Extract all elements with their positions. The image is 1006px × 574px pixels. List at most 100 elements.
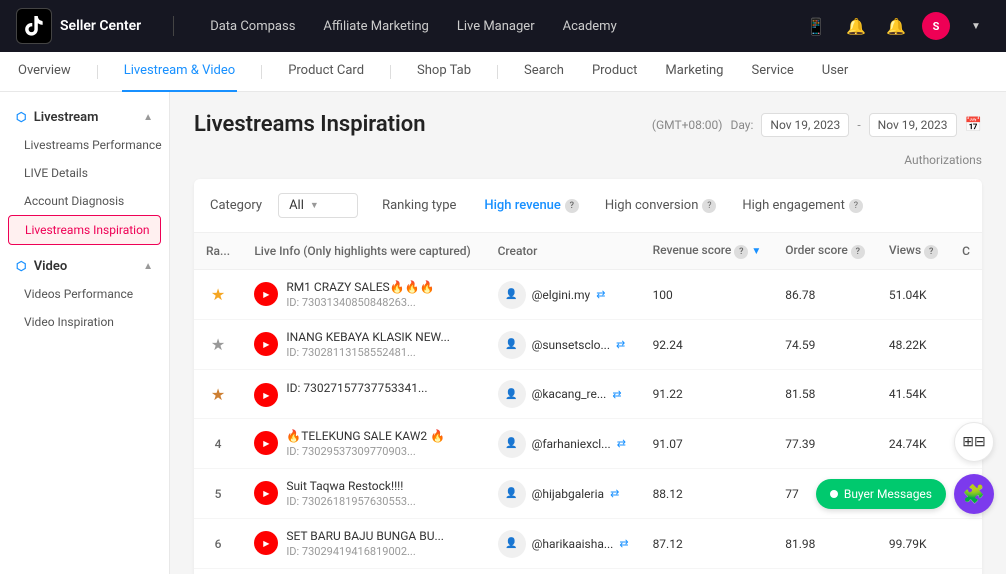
creator-avatar: 👤: [498, 530, 526, 558]
rank-silver-icon: ★: [211, 335, 225, 354]
cell-revenue-score: 92.24: [641, 320, 774, 370]
col-rank: Ra...: [194, 233, 242, 270]
date-from-input[interactable]: Nov 19, 2023: [761, 113, 849, 137]
sidebar-item-livestreams-inspiration[interactable]: Livestreams Inspiration: [8, 215, 161, 245]
cell-order-score: 63.98: [773, 569, 877, 574]
buyer-messages-button[interactable]: Buyer Messages: [816, 479, 946, 509]
nav-item-affiliate-marketing[interactable]: Affiliate Marketing: [311, 13, 440, 40]
floating-area: ⊞⊟ Buyer Messages 🧩: [816, 422, 994, 514]
live-id: ID: 73026181957630553...: [286, 495, 473, 508]
subnav-shop-tab[interactable]: Shop Tab: [415, 52, 473, 92]
play-button[interactable]: ▶: [254, 383, 278, 407]
cell-rank: 5: [194, 469, 242, 519]
page-header: Livestreams Inspiration (GMT+08:00) Day:…: [194, 112, 982, 137]
sub-navigation: Overview Livestream & Video Product Card…: [0, 52, 1006, 92]
sidebar-section-livestream[interactable]: ⬡ Livestream ▲: [0, 104, 169, 131]
mobile-icon[interactable]: 📱: [802, 12, 830, 40]
top-nav-items: Data Compass Affiliate Marketing Live Ma…: [198, 13, 778, 40]
high-engagement-info-icon[interactable]: ?: [849, 199, 863, 213]
seller-center-label: Seller Center: [60, 18, 141, 34]
cell-rank: ★: [194, 270, 242, 320]
cell-c: [950, 519, 982, 569]
nav-item-live-manager[interactable]: Live Manager: [445, 13, 547, 40]
cell-order-score: 74.59: [773, 320, 877, 370]
play-button[interactable]: ▶: [254, 282, 278, 306]
high-conversion-info-icon[interactable]: ?: [702, 199, 716, 213]
cell-live-info: ▶ ID: 73027157737753341...: [242, 370, 485, 419]
play-icon: ▶: [263, 489, 269, 498]
sidebar-section-video[interactable]: ⬡ Video ▲: [0, 253, 169, 280]
cell-creator: 👤 @nfhboutique ⇄: [486, 569, 641, 574]
external-link-icon[interactable]: ⇄: [612, 388, 621, 401]
subnav-product[interactable]: Product: [590, 52, 639, 92]
calendar-icon[interactable]: 📅: [965, 117, 982, 133]
subnav-service[interactable]: Service: [749, 52, 795, 92]
sort-desc-icon[interactable]: ▼: [751, 246, 761, 257]
subnav-divider-4: [497, 65, 498, 79]
sidebar-livestream-label: ⬡ Livestream: [16, 110, 98, 125]
sidebar-item-video-inspiration[interactable]: Video Inspiration: [0, 308, 169, 336]
cell-revenue-score: 91.07: [641, 419, 774, 469]
tiktok-logo: [16, 8, 52, 44]
data-table: Ra... Live Info (Only highlights were ca…: [194, 233, 982, 574]
subnav-divider-1: [97, 65, 98, 79]
external-link-icon[interactable]: ⇄: [616, 338, 625, 351]
table-row: 6 ▶ SET BARU BAJU BUNGA BU... ID: 730294…: [194, 519, 982, 569]
play-button[interactable]: ▶: [254, 481, 278, 505]
play-button[interactable]: ▶: [254, 332, 278, 356]
creator-name: @sunsetsclo...: [532, 338, 610, 352]
user-avatar[interactable]: S: [922, 12, 950, 40]
subnav-livestream-video[interactable]: Livestream & Video: [122, 52, 238, 92]
external-link-icon[interactable]: ⇄: [610, 487, 619, 500]
high-revenue-info-icon[interactable]: ?: [565, 199, 579, 213]
views-info-icon[interactable]: ?: [924, 245, 938, 259]
sidebar-item-livestreams-performance[interactable]: Livestreams Performance: [0, 131, 169, 159]
chevron-down-icon[interactable]: ▼: [962, 12, 990, 40]
subnav-divider-2: [261, 65, 262, 79]
top-nav-right: 📱 🔔 🔔 S ▼: [802, 12, 990, 40]
nav-item-data-compass[interactable]: Data Compass: [198, 13, 307, 40]
external-link-icon[interactable]: ⇄: [619, 537, 628, 550]
ranking-high-revenue[interactable]: High revenue ?: [472, 194, 590, 217]
subnav-search[interactable]: Search: [522, 52, 566, 92]
subnav-product-card[interactable]: Product Card: [286, 52, 366, 92]
subnav-marketing[interactable]: Marketing: [663, 52, 725, 92]
live-title: RM1 CRAZY SALES🔥🔥🔥: [286, 280, 473, 294]
order-score-info-icon[interactable]: ?: [851, 245, 865, 259]
table-row: ★ ▶ RM1 CRAZY SALES🔥🔥🔥 ID: 7303134085084…: [194, 270, 982, 320]
authorizations-link[interactable]: Authorizations: [194, 153, 982, 167]
sidebar-item-live-details[interactable]: LIVE Details: [0, 159, 169, 187]
play-button[interactable]: ▶: [254, 531, 278, 555]
ranking-high-engagement[interactable]: High engagement ?: [730, 194, 874, 217]
sidebar-item-account-diagnosis[interactable]: Account Diagnosis: [0, 187, 169, 215]
play-icon: ▶: [263, 290, 269, 299]
notification-icon[interactable]: 🔔: [842, 12, 870, 40]
revenue-score-info-icon[interactable]: ?: [734, 245, 748, 259]
cell-creator: 👤 @farhaniexcl... ⇄: [486, 419, 641, 469]
live-title: Suit Taqwa Restock!!!!: [286, 479, 473, 493]
puzzle-button[interactable]: 🧩: [954, 474, 994, 514]
date-controls: (GMT+08:00) Day: Nov 19, 2023 - Nov 19, …: [652, 113, 982, 137]
rank-number: 4: [215, 437, 222, 451]
col-order-score: Order score ?: [773, 233, 877, 270]
category-chevron-icon: ▼: [310, 200, 319, 211]
rank-gold-icon: ★: [211, 285, 225, 304]
cell-views: 41.54K: [877, 370, 950, 419]
category-select[interactable]: All ▼: [278, 193, 358, 218]
external-link-icon[interactable]: ⇄: [596, 288, 605, 301]
buyer-messages-label: Buyer Messages: [844, 487, 932, 501]
external-link-icon[interactable]: ⇄: [617, 437, 626, 450]
live-id: ID: 73028113158552481...: [286, 346, 473, 359]
date-to-input[interactable]: Nov 19, 2023: [869, 113, 957, 137]
grid-icon-button[interactable]: ⊞⊟: [954, 422, 994, 462]
bell-icon[interactable]: 🔔: [882, 12, 910, 40]
play-button[interactable]: ▶: [254, 431, 278, 455]
subnav-user[interactable]: User: [820, 52, 850, 92]
sidebar-item-videos-performance[interactable]: Videos Performance: [0, 280, 169, 308]
subnav-overview[interactable]: Overview: [16, 52, 73, 92]
subnav-divider-3: [390, 65, 391, 79]
cell-creator: 👤 @hijabgaleria ⇄: [486, 469, 641, 519]
live-title: ID: 73027157737753341...: [286, 381, 473, 395]
ranking-high-conversion[interactable]: High conversion ?: [593, 194, 729, 217]
nav-item-academy[interactable]: Academy: [551, 13, 629, 40]
